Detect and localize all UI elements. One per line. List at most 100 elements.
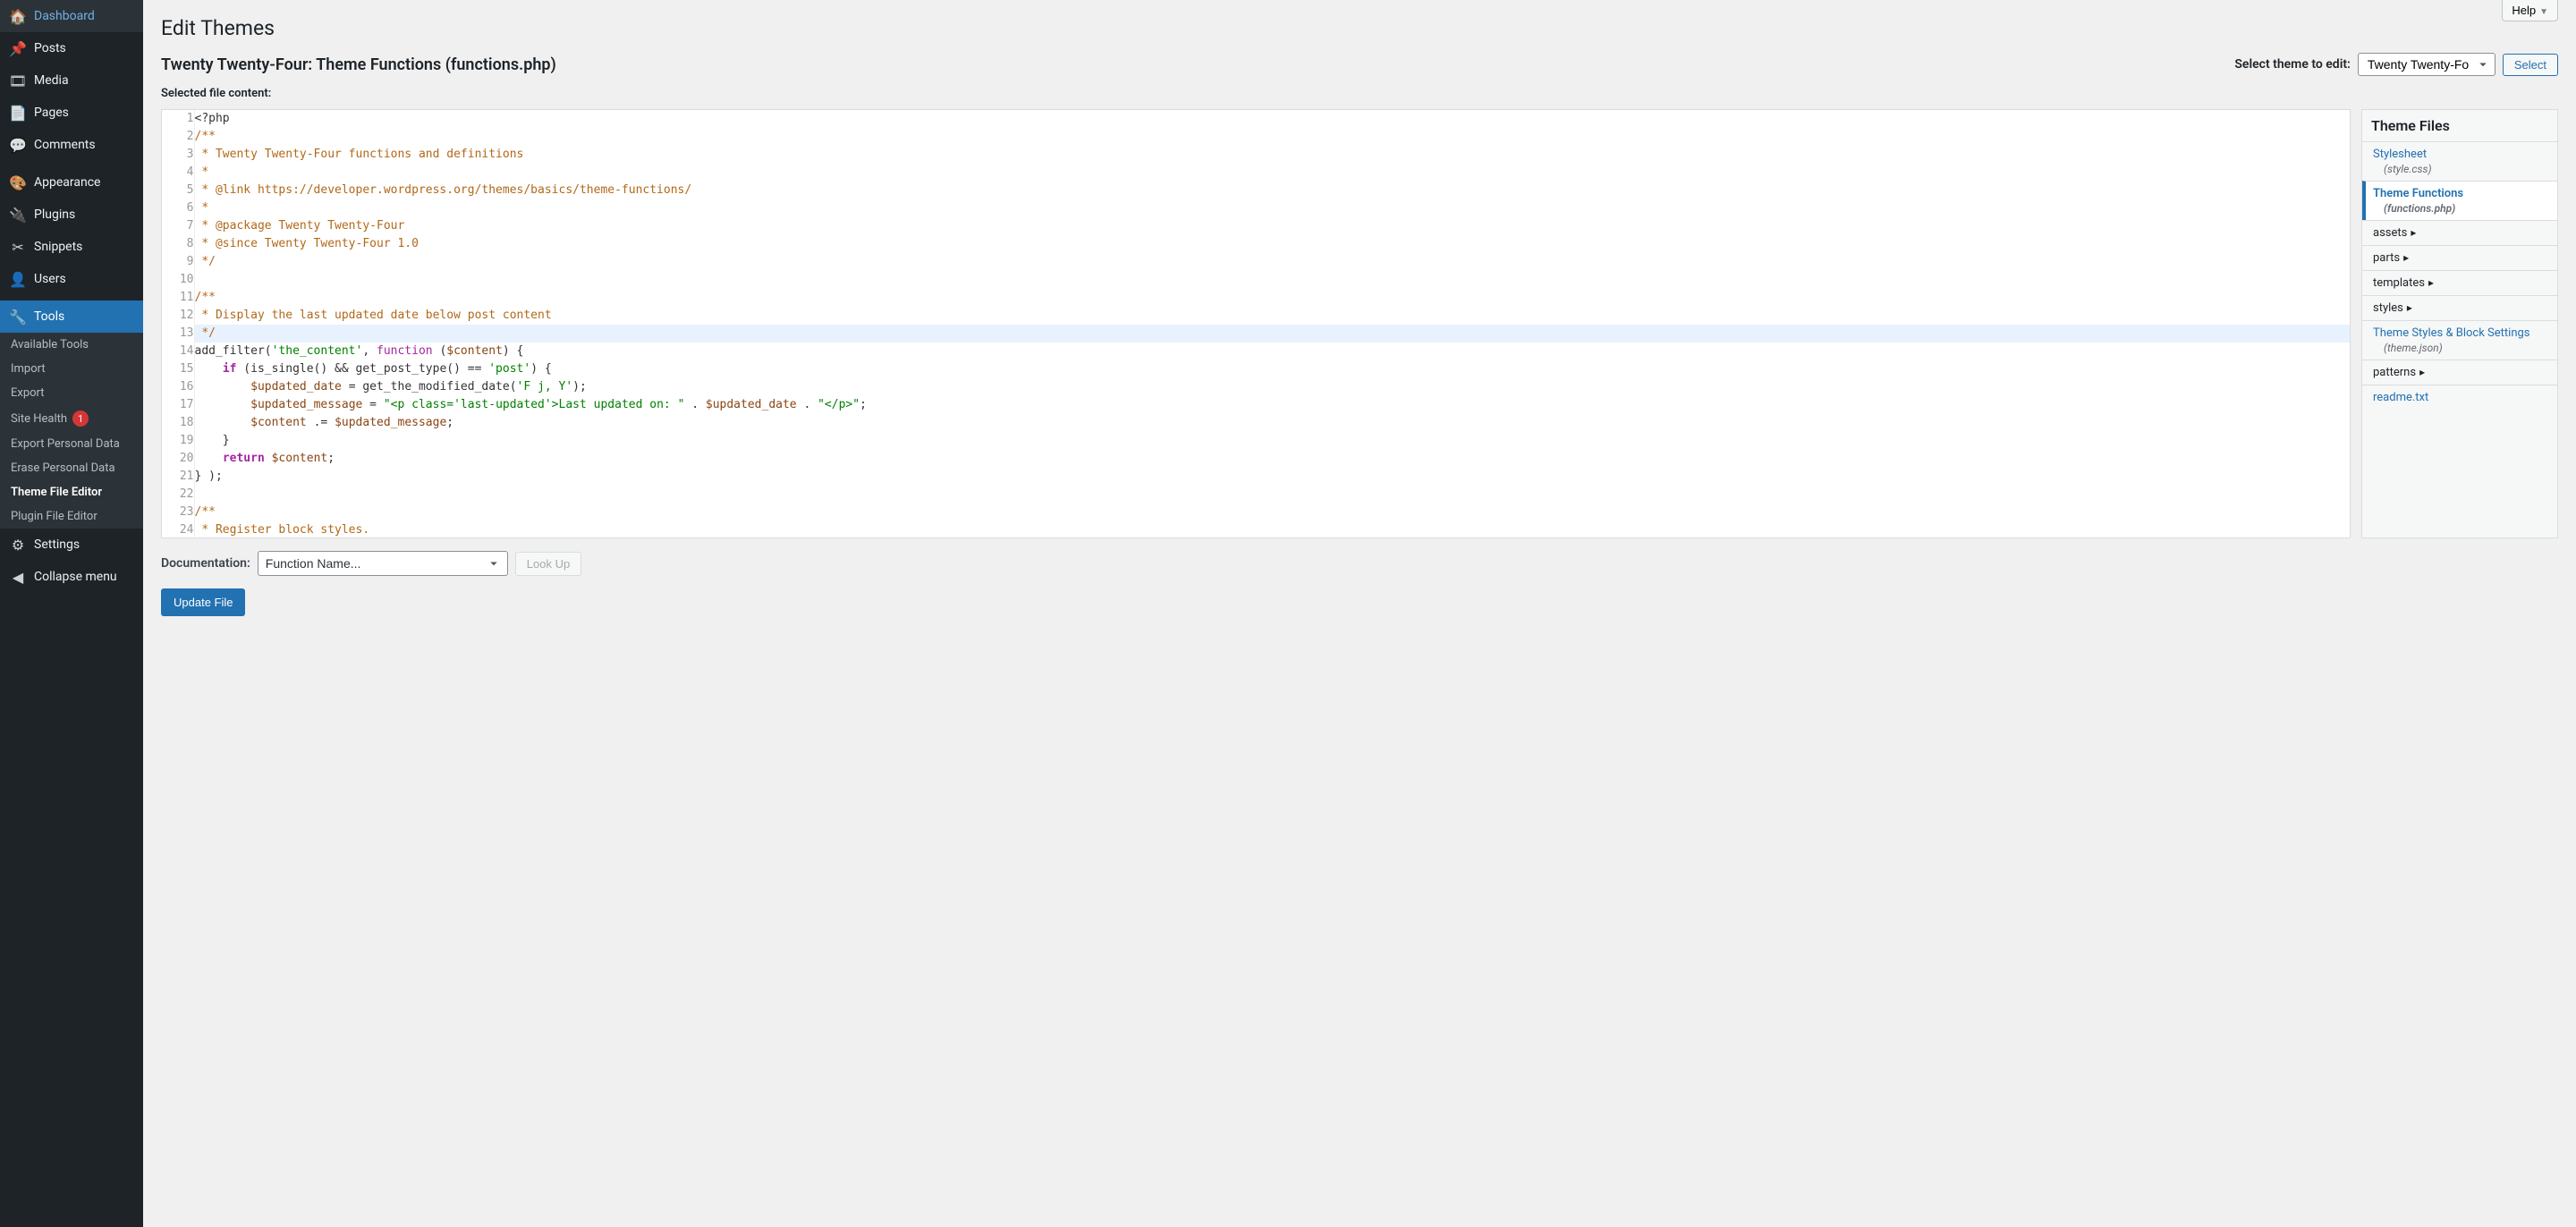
- sidebar-sub-label: Import: [11, 362, 46, 376]
- sidebar-sub-theme-file-editor[interactable]: Theme File Editor: [0, 480, 143, 504]
- folder-item: parts: [2373, 251, 2546, 265]
- file-tree-item[interactable]: parts: [2362, 245, 2557, 270]
- file-tree-item[interactable]: Stylesheet(style.css): [2362, 141, 2557, 181]
- sidebar-item-settings[interactable]: ⚙Settings: [0, 529, 143, 561]
- sidebar-item-media[interactable]: 🎞Media: [0, 64, 143, 97]
- sidebar-sub-label: Plugin File Editor: [11, 510, 97, 523]
- line-number: 4: [162, 164, 194, 182]
- code-line[interactable]: * @since Twenty Twenty-Four 1.0: [194, 235, 2350, 253]
- line-number: 11: [162, 289, 194, 307]
- sidebar-item-label: Users: [34, 272, 66, 286]
- code-line[interactable]: if (is_single() && get_post_type() == 'p…: [194, 360, 2350, 378]
- code-line[interactable]: /**: [194, 503, 2350, 521]
- folder-item: assets: [2373, 226, 2546, 240]
- theme-files-panel: Theme Files Stylesheet(style.css)Theme F…: [2361, 109, 2558, 538]
- line-number: 13: [162, 325, 194, 343]
- sidebar-sub-export[interactable]: Export: [0, 381, 143, 405]
- sidebar-item-label: Snippets: [34, 240, 82, 254]
- file-tree-item[interactable]: styles: [2362, 295, 2557, 320]
- lookup-button[interactable]: Look Up: [515, 552, 581, 576]
- sidebar-item-dashboard[interactable]: 🏠Dashboard: [0, 0, 143, 32]
- sidebar-sub-label: Export Personal Data: [11, 437, 120, 451]
- code-line[interactable]: * @package Twenty Twenty-Four: [194, 217, 2350, 235]
- file-tree-item[interactable]: patterns: [2362, 360, 2557, 385]
- page-title: Edit Themes: [161, 16, 2558, 40]
- code-line[interactable]: */: [194, 253, 2350, 271]
- sidebar-sub-site-health[interactable]: Site Health1: [0, 405, 143, 432]
- menu-icon: ⚙: [9, 536, 27, 554]
- code-line[interactable]: * @link https://developer.wordpress.org/…: [194, 182, 2350, 199]
- line-number: 15: [162, 360, 194, 378]
- file-link[interactable]: readme.txt: [2373, 391, 2428, 404]
- code-line[interactable]: }: [194, 432, 2350, 450]
- sidebar-item-posts[interactable]: 📌Posts: [0, 32, 143, 64]
- file-tree-item[interactable]: Theme Styles & Block Settings (theme.json…: [2362, 320, 2557, 360]
- line-number: 19: [162, 432, 194, 450]
- documentation-select[interactable]: Function Name...: [258, 551, 508, 576]
- sidebar-item-appearance[interactable]: 🎨Appearance: [0, 166, 143, 199]
- code-line[interactable]: $updated_message = "<p class='last-updat…: [194, 396, 2350, 414]
- line-number: 9: [162, 253, 194, 271]
- file-label: Theme Functions: [2373, 187, 2463, 200]
- code-line[interactable]: /**: [194, 289, 2350, 307]
- file-link[interactable]: Theme Styles & Block Settings: [2373, 326, 2530, 340]
- code-line[interactable]: * Display the last updated date below po…: [194, 307, 2350, 325]
- menu-icon: 🏠: [9, 7, 27, 25]
- file-tree-item[interactable]: assets: [2362, 220, 2557, 245]
- code-line[interactable]: $updated_date = get_the_modified_date('F…: [194, 378, 2350, 396]
- sidebar-item-collapse-menu[interactable]: ◀ Collapse menu: [0, 561, 143, 593]
- code-line[interactable]: } );: [194, 468, 2350, 486]
- code-line[interactable]: *: [194, 164, 2350, 182]
- admin-sidebar: 🏠Dashboard📌Posts🎞Media📄Pages💬Comments 🎨Ap…: [0, 0, 143, 1227]
- sidebar-item-label: Comments: [34, 138, 96, 152]
- file-tree-item[interactable]: templates: [2362, 270, 2557, 295]
- code-line[interactable]: * Register block styles.: [194, 521, 2350, 538]
- code-line[interactable]: *: [194, 199, 2350, 217]
- code-line[interactable]: add_filter('the_content', function ($con…: [194, 343, 2350, 360]
- sidebar-sub-plugin-file-editor[interactable]: Plugin File Editor: [0, 504, 143, 529]
- sidebar-item-comments[interactable]: 💬Comments: [0, 129, 143, 161]
- folder-item: templates: [2373, 276, 2546, 290]
- menu-icon: ✂: [9, 238, 27, 256]
- file-title: Twenty Twenty-Four: Theme Functions (fun…: [161, 55, 556, 74]
- line-number: 20: [162, 450, 194, 468]
- help-button[interactable]: Help▼: [2502, 0, 2558, 21]
- code-line[interactable]: return $content;: [194, 450, 2350, 468]
- sidebar-item-plugins[interactable]: 🔌Plugins: [0, 199, 143, 231]
- folder-item: patterns: [2373, 366, 2546, 379]
- sidebar-item-pages[interactable]: 📄Pages: [0, 97, 143, 129]
- sidebar-item-users[interactable]: 👤Users: [0, 263, 143, 295]
- code-line[interactable]: [194, 271, 2350, 289]
- code-line[interactable]: [194, 486, 2350, 503]
- sidebar-sub-erase-personal-data[interactable]: Erase Personal Data: [0, 456, 143, 480]
- line-number: 5: [162, 182, 194, 199]
- sidebar-item-label: Collapse menu: [34, 570, 117, 584]
- select-button[interactable]: Select: [2503, 54, 2558, 76]
- file-tree-item[interactable]: Theme Functions(functions.php): [2362, 181, 2557, 220]
- file-tree-item[interactable]: readme.txt: [2362, 385, 2557, 410]
- folder-item: styles: [2373, 301, 2546, 315]
- line-number: 7: [162, 217, 194, 235]
- code-line[interactable]: <?php: [194, 110, 2350, 128]
- theme-select[interactable]: Twenty Twenty-Fo: [2358, 53, 2496, 76]
- sidebar-item-tools[interactable]: 🔧Tools: [0, 300, 143, 333]
- theme-select-label: Select theme to edit:: [2234, 57, 2350, 72]
- line-number: 10: [162, 271, 194, 289]
- caret-right-icon: [2407, 301, 2412, 315]
- code-line[interactable]: $content .= $updated_message;: [194, 414, 2350, 432]
- sidebar-sub-export-personal-data[interactable]: Export Personal Data: [0, 432, 143, 456]
- line-number: 6: [162, 199, 194, 217]
- code-line[interactable]: /**: [194, 128, 2350, 146]
- code-line[interactable]: * Twenty Twenty-Four functions and defin…: [194, 146, 2350, 164]
- sidebar-sub-import[interactable]: Import: [0, 357, 143, 381]
- code-line[interactable]: */: [194, 325, 2350, 343]
- file-sub: (theme.json): [2384, 342, 2546, 354]
- code-editor[interactable]: 1<?php2/**3 * Twenty Twenty-Four functio…: [161, 109, 2351, 538]
- menu-icon: ◀: [9, 568, 27, 586]
- theme-files-title: Theme Files: [2362, 110, 2557, 141]
- sidebar-sub-available-tools[interactable]: Available Tools: [0, 333, 143, 357]
- update-file-button[interactable]: Update File: [161, 588, 245, 616]
- sidebar-item-snippets[interactable]: ✂ Snippets: [0, 231, 143, 263]
- menu-icon: 📄: [9, 104, 27, 122]
- file-link[interactable]: Stylesheet: [2373, 148, 2427, 161]
